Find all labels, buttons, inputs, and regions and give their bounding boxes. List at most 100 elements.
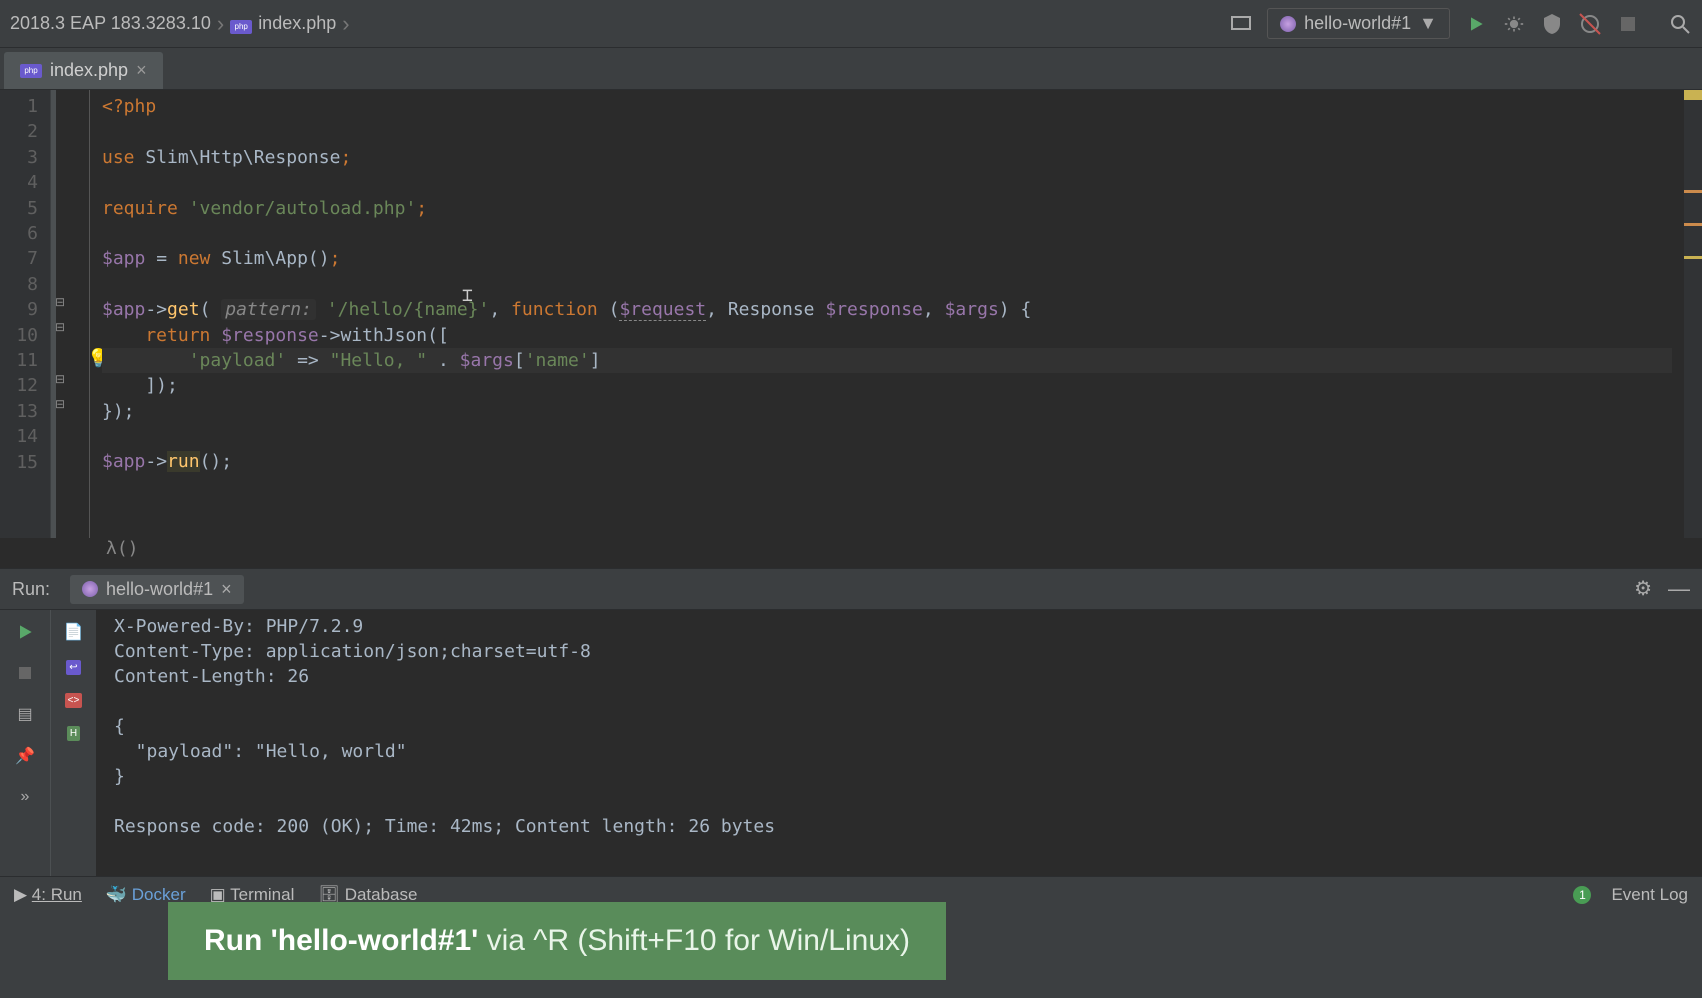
line-number: 3 [0,145,38,170]
topbar: 2018.3 EAP 183.3283.10 › php index.php ›… [0,0,1702,48]
code-token: . [427,350,460,371]
pin-button[interactable]: 📌 [15,746,35,766]
gutter: 1 2 3 4 5 6 7 8 9 10 11 12 13 14 15 [0,90,50,538]
editor-tab[interactable]: php index.php × [4,52,163,89]
event-count-badge[interactable]: 1 [1573,886,1591,904]
run-toolbar-left: ▤ 📌 » [0,610,50,876]
line-number: 8 [0,272,38,297]
screen-icon[interactable] [1229,12,1253,36]
code-token: ) { [999,299,1032,320]
code-token: ->withJson([ [319,325,449,346]
code-token: ]); [102,375,178,396]
fold-end-icon[interactable]: ⊟ [55,372,65,386]
keymap-hint-popup: Run 'hello-world#1' via ^R (Shift+F10 fo… [168,902,946,980]
search-everywhere-button[interactable] [1668,12,1692,36]
clear-icon[interactable]: H [67,726,80,741]
code-token: run [167,451,200,472]
code-token: Slim\App() [221,248,329,269]
code-token: -> [145,299,167,320]
code-token: return [102,325,221,346]
code-token: ; [416,198,427,219]
line-number: 12 [0,373,38,398]
scroll-to-end-icon[interactable]: 📄 [64,622,84,642]
code-token: $app [102,248,145,269]
line-number: 5 [0,196,38,221]
event-log-button[interactable]: Event Log [1611,885,1688,905]
run-configuration-selector[interactable]: hello-world#1 ▼ [1267,8,1450,39]
code-token: = [145,248,178,269]
fold-handle-icon[interactable]: ⊟ [55,320,65,334]
breadcrumb-file[interactable]: index.php [258,13,336,34]
code-token: , Response [706,299,825,320]
stop-button[interactable] [1616,12,1640,36]
line-number: 13 [0,399,38,424]
soft-wrap-icon[interactable]: ↩ [66,660,80,675]
breadcrumb-path[interactable]: λ() [0,538,1702,568]
code-token: ] [590,350,601,371]
run-toolbar-console: 📄 ↩ <> H [50,610,96,876]
run-button[interactable] [1464,12,1488,36]
breadcrumb-project[interactable]: 2018.3 EAP 183.3283.10 [10,13,211,34]
code-token: $app [102,299,145,320]
code-token: $request [619,299,706,321]
php-run-icon [1280,16,1296,32]
print-icon[interactable]: <> [65,693,83,708]
code-token: get [167,299,200,320]
code-token: $response [825,299,923,320]
line-number: 14 [0,424,38,449]
code-token: new [178,248,221,269]
code-token: ( [598,299,620,320]
chevron-right-icon: › [342,11,349,37]
code-token: , [923,299,945,320]
fold-end-icon[interactable]: ⊟ [55,397,65,411]
run-tool-header: Run: hello-world#1 × ⚙ — [0,568,1702,610]
popup-bold: Run 'hello-world#1' [204,924,478,957]
console-output[interactable]: X-Powered-By: PHP/7.2.9 Content-Type: ap… [96,610,1702,876]
code-area[interactable]: <?php use Slim\Http\Response; require 'v… [90,90,1684,538]
line-number: 10 [0,323,38,348]
code-token: -> [145,451,167,472]
profiler-button[interactable] [1578,12,1602,36]
text-cursor-icon: ⌶ [462,283,473,308]
code-token: $args [945,299,999,320]
chevron-down-icon: ▼ [1419,13,1437,34]
editor[interactable]: 1 2 3 4 5 6 7 8 9 10 11 12 13 14 15 ⊟ ⊟ … [0,90,1702,538]
rerun-button[interactable] [15,622,35,642]
code-token: ; [340,147,351,168]
code-token [102,350,189,371]
debug-button[interactable] [1502,12,1526,36]
coverage-button[interactable] [1540,12,1564,36]
run-tab[interactable]: hello-world#1 × [70,575,244,604]
editor-tabs: php index.php × [0,48,1702,90]
code-token: (); [200,451,233,472]
line-number: 9 [0,297,38,322]
fold-handle-icon[interactable]: ⊟ [55,295,65,309]
error-stripe[interactable] [1684,90,1702,538]
tab-label: index.php [50,60,128,81]
run-tab-label: hello-world#1 [106,579,213,600]
code-token: <?php [102,96,156,117]
code-token: use [102,147,145,168]
line-number: 11 [0,348,38,373]
fold-column[interactable]: ⊟ ⊟ ⊟ ⊟ 💡 [50,90,90,538]
layout-button[interactable]: ▤ [17,704,32,724]
code-token: ; [330,248,341,269]
expand-icon[interactable]: » [21,788,30,806]
close-tab-icon[interactable]: × [136,60,147,81]
gear-icon[interactable]: ⚙ [1634,576,1652,602]
run-config-label: hello-world#1 [1304,13,1411,34]
code-token: => [286,350,329,371]
code-token: }); [102,401,135,422]
code-token: $args [460,350,514,371]
code-token: $app [102,451,145,472]
line-number: 6 [0,221,38,246]
code-token: Slim\Http\Response [145,147,340,168]
line-number: 2 [0,119,38,144]
run-toolwindow-button[interactable]: ▶ 4: Run [14,885,82,905]
close-icon[interactable]: × [221,579,232,600]
minimize-icon[interactable]: — [1668,576,1690,602]
popup-text: via ^R (Shift+F10 for Win/Linux) [478,924,910,957]
chevron-right-icon: › [217,11,224,37]
stop-button[interactable] [16,664,34,682]
php-file-icon: php [20,64,42,78]
